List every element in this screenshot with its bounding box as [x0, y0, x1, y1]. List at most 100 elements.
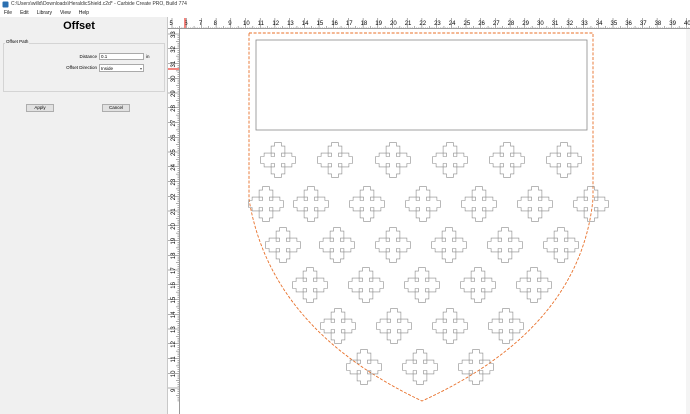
cross-crosslet-shape[interactable]: [375, 227, 411, 263]
title-bar: C:\Users\willd\Downloads\HeraldicShield.…: [0, 0, 690, 9]
menu-file[interactable]: File: [0, 9, 16, 17]
left-ruler-label: 16: [171, 281, 177, 288]
cross-crosslet-shape[interactable]: [260, 142, 296, 178]
top-ruler-label: 12: [272, 21, 279, 27]
title-rectangle[interactable]: [255, 39, 588, 131]
top-ruler-label: 32: [566, 21, 573, 27]
left-ruler-label: 32: [171, 45, 177, 52]
vertical-scrollbar[interactable]: [686, 29, 690, 414]
cross-crosslet-shape[interactable]: [292, 267, 328, 303]
left-ruler-label: 26: [171, 134, 177, 141]
top-ruler-label: 14: [302, 21, 309, 27]
left-ruler-label: 11: [171, 356, 177, 363]
cross-crosslet-shape[interactable]: [546, 142, 582, 178]
left-ruler-label: 15: [171, 296, 177, 303]
cross-crosslet-shape[interactable]: [431, 227, 467, 263]
top-ruler-label: 25: [464, 21, 471, 27]
offset-direction-value: Inside: [101, 66, 114, 71]
top-ruler-label: 24: [449, 21, 456, 27]
cross-crosslet-shape[interactable]: [461, 186, 497, 222]
top-ruler-label: 22: [419, 21, 426, 27]
left-ruler-label: 10: [171, 370, 177, 377]
top-ruler-label: 15: [317, 21, 324, 27]
top-ruler-label: 19: [375, 21, 382, 27]
shield-offset-path[interactable]: [248, 32, 594, 402]
top-ruler-label: 11: [258, 21, 265, 27]
top-ruler-label: 16: [331, 21, 338, 27]
cross-crosslet-shape[interactable]: [516, 267, 552, 303]
cross-crosslet-shape[interactable]: [404, 267, 440, 303]
apply-button[interactable]: Apply: [26, 104, 54, 112]
top-ruler-label: 31: [552, 21, 559, 27]
distance-input[interactable]: 0.1: [99, 53, 144, 60]
top-ruler-label: 17: [346, 21, 353, 27]
left-ruler-label: 28: [171, 104, 177, 111]
cross-crosslet-shape[interactable]: [346, 349, 382, 385]
cross-crosslet-shape[interactable]: [489, 142, 525, 178]
menu-help[interactable]: Help: [75, 9, 93, 17]
top-ruler-label: 36: [625, 21, 632, 27]
left-ruler-label: 25: [171, 149, 177, 156]
top-ruler-label: 20: [390, 21, 397, 27]
top-ruler-label: 27: [493, 21, 500, 27]
top-ruler: 5 6 7 8 9 10 11 12 13 14 15 16 17 18 19 20 21 22 23 24 25 26 2…: [168, 17, 690, 29]
left-ruler-label: 9: [171, 388, 177, 392]
left-ruler-label: 27: [171, 119, 177, 126]
cross-crosslet-shape[interactable]: [375, 142, 411, 178]
cross-crosslet-shape[interactable]: [265, 227, 301, 263]
cross-crosslet-shape[interactable]: [460, 267, 496, 303]
menu-edit[interactable]: Edit: [16, 9, 33, 17]
top-ruler-label: 38: [655, 21, 662, 27]
top-ruler-label: 34: [596, 21, 603, 27]
cross-crosslet-shape[interactable]: [348, 267, 384, 303]
top-ruler-label: 13: [287, 21, 294, 27]
cross-crosslet-shape[interactable]: [248, 186, 284, 222]
cancel-button[interactable]: Cancel: [102, 104, 130, 112]
cross-crosslet-shape[interactable]: [317, 142, 353, 178]
cross-pattern[interactable]: [248, 142, 609, 385]
left-ruler-label: 33: [171, 31, 177, 38]
top-ruler-label: 37: [640, 21, 647, 27]
top-ruler-label: 26: [478, 21, 485, 27]
top-ruler-label: 10: [243, 21, 250, 27]
cross-crosslet-shape[interactable]: [432, 142, 468, 178]
left-ruler-label: 31: [171, 60, 177, 67]
cross-crosslet-shape[interactable]: [319, 227, 355, 263]
cross-crosslet-shape[interactable]: [293, 186, 329, 222]
menu-bar: File Edit Library View Help: [0, 9, 690, 17]
cross-crosslet-shape[interactable]: [405, 186, 441, 222]
design-canvas[interactable]: [180, 29, 690, 414]
left-ruler-label: 21: [171, 208, 177, 215]
top-ruler-label: 23: [434, 21, 441, 27]
offset-panel: Offset Offset Path Distance 0.1 in Offse…: [0, 17, 168, 414]
top-ruler-label: 7: [199, 21, 203, 27]
left-ruler-label: 29: [171, 90, 177, 97]
top-ruler-label: 39: [669, 21, 676, 27]
cross-crosslet-shape[interactable]: [432, 308, 468, 344]
top-ruler-label: 30: [537, 21, 544, 27]
left-ruler-label: 30: [171, 75, 177, 82]
cross-crosslet-shape[interactable]: [517, 186, 553, 222]
top-ruler-label: 18: [361, 21, 368, 27]
cross-crosslet-shape[interactable]: [402, 349, 438, 385]
cross-crosslet-shape[interactable]: [376, 308, 412, 344]
top-ruler-label: 9: [228, 21, 232, 27]
cross-crosslet-shape[interactable]: [487, 227, 523, 263]
menu-library[interactable]: Library: [33, 9, 56, 17]
cross-crosslet-shape[interactable]: [349, 186, 385, 222]
offset-direction-select[interactable]: Inside ▾: [99, 64, 144, 72]
carbide-create-icon: [2, 1, 9, 8]
top-ruler-label: 40: [684, 21, 690, 27]
top-ruler-label: 29: [522, 21, 529, 27]
left-ruler-label: 12: [171, 340, 177, 347]
left-ruler-label: 13: [171, 326, 177, 333]
top-ruler-label: 33: [581, 21, 588, 27]
cross-crosslet-shape[interactable]: [488, 308, 524, 344]
top-ruler-label: 21: [405, 21, 412, 27]
cross-crosslet-shape[interactable]: [543, 227, 579, 263]
left-ruler-label: 17: [171, 267, 177, 274]
window-title: C:\Users\willd\Downloads\HeraldicShield.…: [11, 1, 187, 7]
left-ruler-label: 20: [171, 222, 177, 229]
menu-view[interactable]: View: [56, 9, 75, 17]
panel-title: Offset: [63, 20, 95, 32]
